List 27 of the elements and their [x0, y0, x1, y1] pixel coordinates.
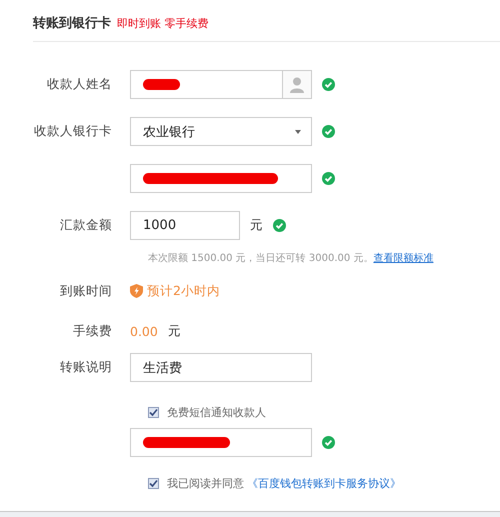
amount-field[interactable]: 1000 [130, 211, 240, 240]
arrival-time: 预计2小时内 [147, 282, 220, 300]
field-label: 汇款金额 [59, 217, 113, 234]
field-label: 收款人姓名 [46, 76, 113, 93]
input-field[interactable] [130, 164, 312, 193]
agreement-link[interactable]: 《百度钱包转账到卡服务协议》 [247, 476, 401, 490]
input-field[interactable]: 生活费 [130, 353, 312, 382]
caret-icon [295, 130, 301, 134]
checkbox[interactable] [148, 478, 159, 488]
person-icon [290, 76, 304, 92]
bank-select[interactable]: 农业银行 [130, 117, 312, 146]
checkbox-label: 我已阅读并同意 [167, 476, 244, 490]
field-label: 收款人银行卡 [33, 123, 113, 140]
tagline: 即时到账 零手续费 [117, 16, 208, 31]
checkbox[interactable] [148, 406, 159, 418]
fee-amount: 0.00 [130, 324, 158, 338]
input-field[interactable] [130, 70, 312, 99]
unit-text: 元 [250, 217, 263, 234]
unit-text: 元 [168, 322, 181, 340]
field-label: 到账时间 [59, 282, 113, 300]
page-title: 转账到银行卡 [33, 15, 111, 32]
field-label: 转账说明 [59, 359, 113, 376]
limit-hint: 本次限额 1500.00 元，当日还可转 3000.00 元。查看限额标准 [148, 252, 434, 265]
checkbox-label: 免费短信通知收款人 [167, 404, 266, 420]
limit-link[interactable]: 查看限额标准 [373, 253, 434, 264]
field-label: 手续费 [72, 322, 113, 340]
input-field[interactable] [130, 428, 312, 457]
